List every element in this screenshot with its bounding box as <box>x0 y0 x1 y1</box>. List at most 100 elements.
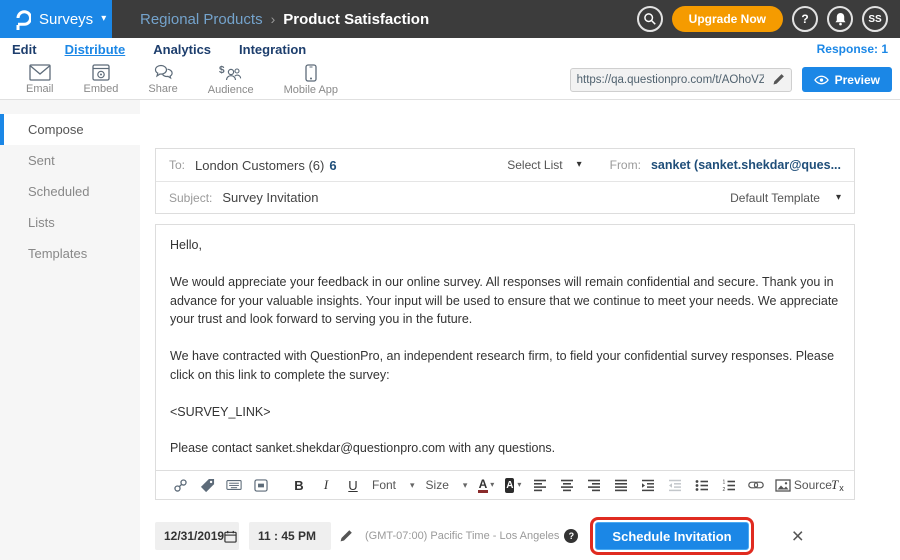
align-left-icon[interactable] <box>532 475 548 495</box>
text-color-button[interactable]: A ▾ <box>478 475 494 495</box>
edit-time-pencil-icon[interactable] <box>339 529 353 543</box>
body-paragraph: Hello, <box>170 236 840 255</box>
schedule-date-value: 12/31/2019 <box>164 529 224 543</box>
response-counter[interactable]: Response: 1 <box>817 42 888 56</box>
surveys-menu[interactable]: Surveys ▾ <box>0 0 112 38</box>
eye-icon <box>814 75 829 85</box>
upgrade-now-button[interactable]: Upgrade Now <box>672 6 783 32</box>
breadcrumb-parent[interactable]: Regional Products <box>140 11 263 28</box>
survey-url-input[interactable] <box>577 74 764 86</box>
product-label: Surveys <box>39 11 93 28</box>
schedule-invitation-button[interactable]: Schedule Invitation <box>595 522 748 550</box>
channel-email[interactable]: Email <box>26 64 54 95</box>
channel-label: Share <box>148 83 177 95</box>
from-value[interactable]: sanket (sanket.shekdar@ques... <box>651 158 841 172</box>
link-icon[interactable] <box>748 475 764 495</box>
tab-distribute[interactable]: Distribute <box>65 42 126 57</box>
compose-form: To: London Customers (6) 6 Select List ▾… <box>155 148 855 555</box>
tag-icon[interactable] <box>199 475 215 495</box>
to-value[interactable]: London Customers (6) <box>195 158 324 173</box>
breadcrumb-separator: › <box>271 11 276 27</box>
remove-format-x: x <box>839 483 844 493</box>
question-mark-icon: ? <box>801 12 808 26</box>
notifications-button[interactable] <box>827 6 853 32</box>
to-label: To: <box>169 158 185 172</box>
embed-icon <box>92 64 110 81</box>
underline-button[interactable]: U <box>345 475 361 495</box>
channel-label: Embed <box>84 83 119 95</box>
body-paragraph: We have contracted with QuestionPro, an … <box>170 347 840 385</box>
avatar[interactable]: SS <box>862 6 888 32</box>
subject-value[interactable]: Survey Invitation <box>222 190 318 205</box>
sidebar-item-templates[interactable]: Templates <box>0 238 140 269</box>
email-sidebar: Compose Sent Scheduled Lists Templates <box>0 100 140 560</box>
background-color-button[interactable]: A ▾ <box>505 475 521 495</box>
font-dropdown[interactable]: Font ▾ <box>372 478 415 492</box>
align-center-icon[interactable] <box>559 475 575 495</box>
numbered-list-icon[interactable]: 12 <box>721 475 737 495</box>
compose-main: To: London Customers (6) 6 Select List ▾… <box>140 100 900 560</box>
body-paragraph: Please contact sanket.shekdar@questionpr… <box>170 439 840 458</box>
bold-button[interactable]: B <box>291 475 307 495</box>
chevron-down-icon: ▾ <box>517 481 521 489</box>
size-label: Size <box>426 478 449 492</box>
page-title: Product Satisfaction <box>283 11 429 28</box>
schedule-time-field[interactable]: 11 : 45 PM <box>249 522 331 550</box>
tab-analytics[interactable]: Analytics <box>153 42 211 57</box>
outdent-icon[interactable] <box>667 475 683 495</box>
source-button[interactable]: Source <box>802 475 818 495</box>
schedule-date-field[interactable]: 12/31/2019 <box>155 522 239 550</box>
image-icon[interactable] <box>775 475 791 495</box>
keyboard-icon[interactable] <box>226 475 242 495</box>
share-bubbles-icon <box>153 64 174 81</box>
recipient-fields: To: London Customers (6) 6 Select List ▾… <box>155 148 855 214</box>
questionpro-logo-icon <box>14 7 31 31</box>
search-button[interactable] <box>637 6 663 32</box>
indent-icon[interactable] <box>640 475 656 495</box>
channel-audience[interactable]: $ Audience <box>208 64 254 96</box>
close-icon[interactable]: × <box>792 526 804 547</box>
from-group: From: sanket (sanket.shekdar@ques... <box>610 158 841 172</box>
preview-label: Preview <box>835 73 880 87</box>
bulleted-list-icon[interactable] <box>694 475 710 495</box>
justify-icon[interactable] <box>613 475 629 495</box>
select-list-dropdown[interactable]: Select List ▾ <box>507 158 581 172</box>
sidebar-item-scheduled[interactable]: Scheduled <box>0 176 140 207</box>
channel-embed[interactable]: Embed <box>84 64 119 95</box>
template-dropdown[interactable]: Default Template ▾ <box>730 191 841 205</box>
sidebar-item-lists[interactable]: Lists <box>0 207 140 238</box>
tab-edit[interactable]: Edit <box>12 42 37 57</box>
timezone-label: (GMT-07:00) Pacific Time - Los Angeles <box>365 530 559 542</box>
breadcrumb: Regional Products › Product Satisfaction <box>140 11 429 28</box>
align-right-icon[interactable] <box>586 475 602 495</box>
help-button[interactable]: ? <box>792 6 818 32</box>
sidebar-item-compose[interactable]: Compose <box>0 114 140 145</box>
channel-share[interactable]: Share <box>148 64 177 95</box>
timezone-help-icon[interactable]: ? <box>564 529 578 543</box>
tab-integration[interactable]: Integration <box>239 42 306 57</box>
avatar-initials: SS <box>868 14 881 25</box>
size-dropdown[interactable]: Size ▾ <box>426 478 468 492</box>
questionpro-app: Surveys ▾ Regional Products › Product Sa… <box>0 0 900 560</box>
distribute-channel-bar: Email Embed Share $ Audience Mobile App <box>0 60 900 100</box>
survey-url-field[interactable] <box>570 68 792 92</box>
preview-button[interactable]: Preview <box>802 67 892 92</box>
survey-nav-tabs: Edit Distribute Analytics Integration Re… <box>0 38 900 60</box>
channel-label: Audience <box>208 84 254 96</box>
button-icon[interactable] <box>253 475 269 495</box>
survey-link-icon[interactable] <box>172 475 188 495</box>
source-label: Source <box>794 478 832 492</box>
chevron-down-icon: ▾ <box>410 481 415 490</box>
channel-mobile-app[interactable]: Mobile App <box>284 64 338 96</box>
svg-text:1: 1 <box>723 479 726 485</box>
schedule-time-value: 11 : 45 PM <box>258 529 316 543</box>
mobile-phone-icon <box>305 64 317 82</box>
email-body-editor[interactable]: Hello, We would appreciate your feedback… <box>155 224 855 500</box>
body-paragraph: <SURVEY_LINK> <box>170 403 840 422</box>
italic-button[interactable]: I <box>318 475 334 495</box>
recipient-count[interactable]: 6 <box>329 158 336 173</box>
edit-url-pencil-icon[interactable] <box>772 73 785 86</box>
font-label: Font <box>372 478 396 492</box>
sidebar-item-sent[interactable]: Sent <box>0 145 140 176</box>
remove-format-button[interactable]: T x <box>829 475 845 495</box>
